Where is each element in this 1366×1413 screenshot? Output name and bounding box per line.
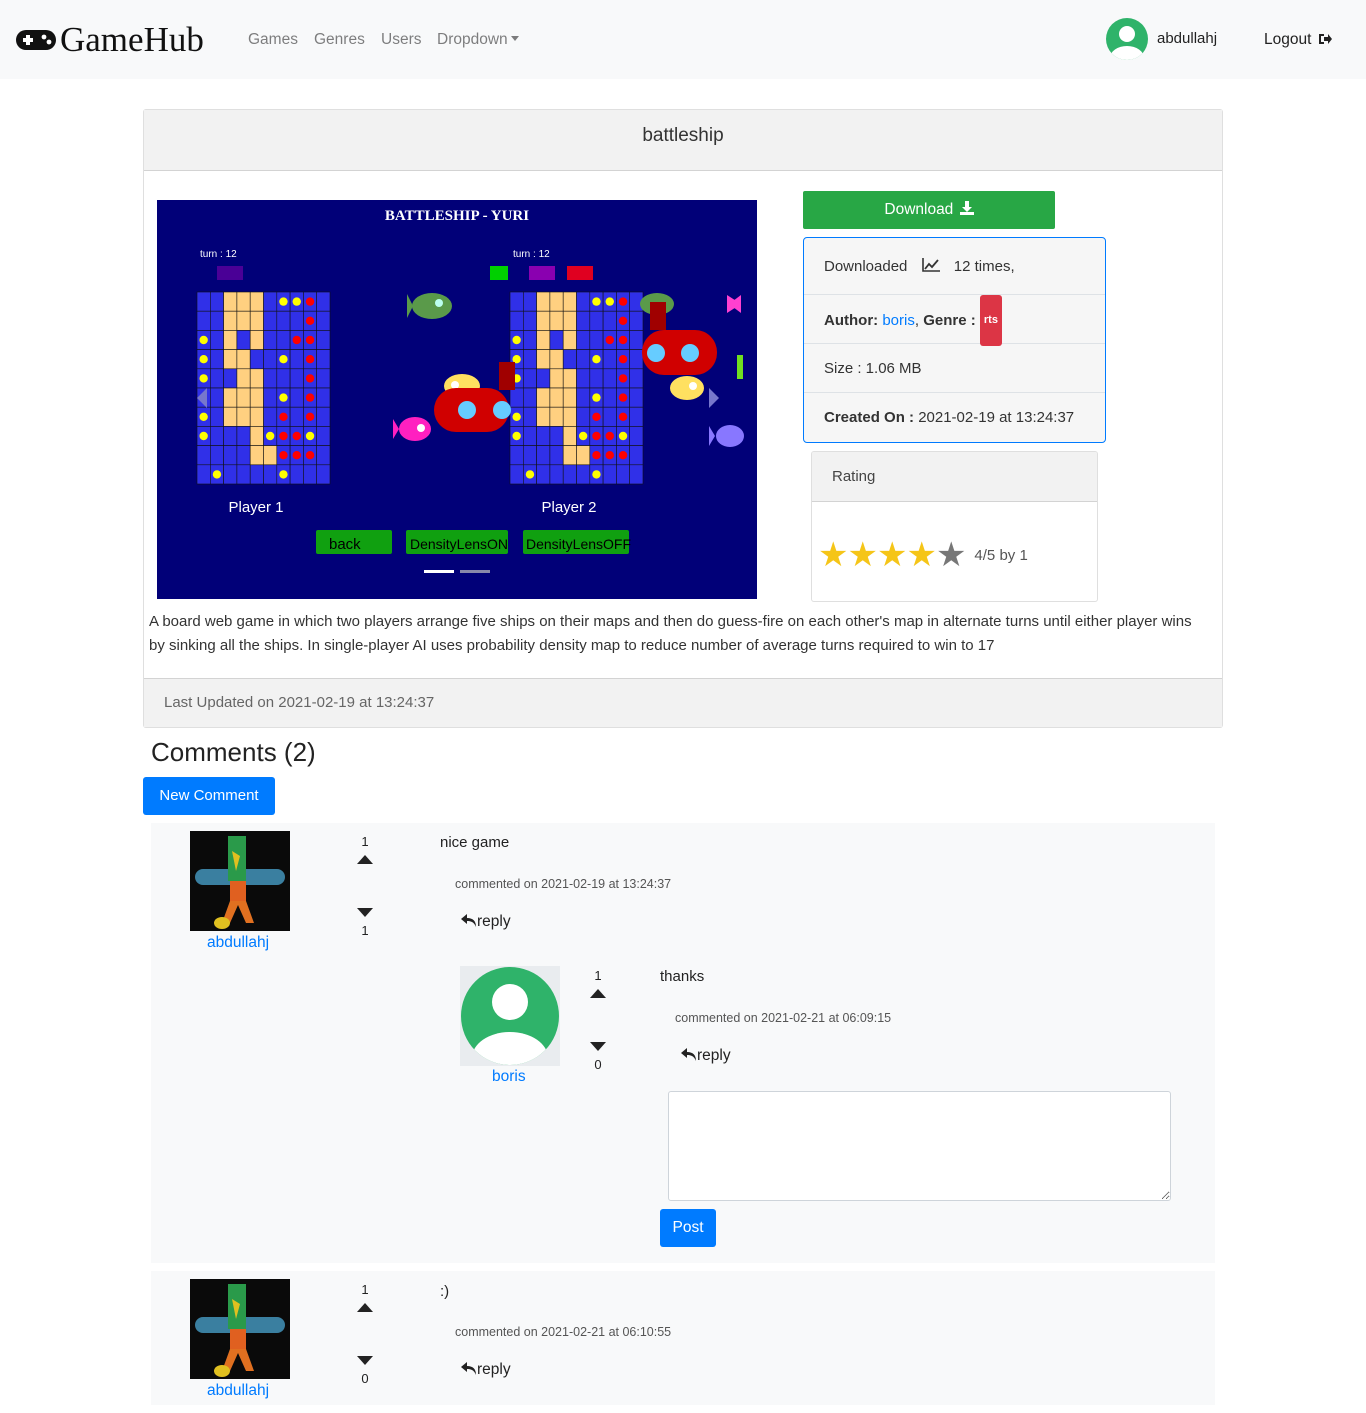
comment-username[interactable]: abdullahj (207, 934, 269, 952)
created-label: Created On : (824, 409, 915, 426)
upvote-count: 1 (361, 834, 369, 849)
comment-meta: commented on 2021-02-19 at 13:24:37 (455, 877, 672, 891)
screenshot-carousel[interactable]: BATTLESHIP - YURI turn : 12 turn : 12 Pl… (157, 200, 757, 599)
download-icon (959, 201, 974, 215)
star-filled-icon[interactable]: ★ (847, 537, 877, 573)
genre-label: Genre : (923, 312, 976, 329)
nav-link-genres[interactable]: Genres (314, 31, 365, 49)
downloads-row: Downloaded 12 times, (804, 238, 1105, 295)
comments-heading: Comments (2) (151, 737, 316, 767)
caret-down-icon (510, 36, 519, 41)
downvote-count: 0 (594, 1057, 602, 1072)
upvote-count: 1 (361, 1282, 369, 1297)
upvote-icon[interactable] (590, 989, 606, 998)
game-description: A board web game in which two players ar… (149, 613, 1192, 654)
nav-link-users[interactable]: Users (381, 31, 421, 49)
carousel-indicator (460, 570, 490, 573)
rating-stars[interactable]: ★ ★ ★ ★ ★ 4/5 by 1 (818, 537, 1028, 573)
game-card: battleship BATTLESHIP - YURI turn : 12 t… (143, 109, 1223, 728)
star-filled-icon[interactable]: ★ (906, 537, 936, 573)
author-link[interactable]: boris (882, 312, 915, 329)
sign-out-icon (1318, 34, 1332, 44)
reply-label: reply (477, 1361, 511, 1378)
nav-username[interactable]: abdullahj (1157, 30, 1217, 47)
nav-link-games[interactable]: Games (248, 31, 298, 49)
game-info-panel: Downloaded 12 times, Author: boris, Genr… (803, 237, 1106, 443)
last-updated: Last Updated on 2021-02-19 at 13:24:37 (144, 678, 1222, 727)
brand-name: GameHub (60, 20, 204, 59)
rating-title: Rating (812, 452, 1097, 502)
comment-box (151, 1271, 1215, 1405)
user-avatar-icon[interactable] (1104, 18, 1150, 62)
upvote-count: 1 (594, 968, 602, 983)
reply-textarea[interactable] (668, 1091, 1171, 1201)
density-on-game-button: DensityLensON (410, 536, 508, 552)
downvote-count: 1 (361, 923, 369, 938)
downvote-icon[interactable] (357, 908, 373, 917)
star-filled-icon[interactable]: ★ (818, 537, 848, 573)
star-filled-icon[interactable]: ★ (877, 537, 907, 573)
new-comment-button[interactable]: New Comment (143, 777, 275, 815)
upvote-icon[interactable] (357, 855, 373, 864)
line-chart-icon (921, 258, 940, 272)
genre-badge[interactable]: rts (979, 295, 1002, 346)
reply-label: reply (697, 1047, 731, 1064)
download-label: Download (884, 201, 954, 218)
download-count: 12 times, (953, 258, 1015, 275)
nav-dropdown[interactable]: Dropdown (437, 31, 519, 49)
reply-icon (681, 1048, 696, 1061)
comment-text: nice game (440, 834, 510, 851)
gamepad-icon (16, 30, 56, 50)
reply-link[interactable]: reply (461, 1361, 511, 1379)
banner-text: BATTLESHIP - YURI (385, 208, 529, 224)
comment-username[interactable]: boris (492, 1068, 526, 1086)
author-genre-row: Author: boris, Genre : rts (804, 295, 1105, 346)
navbar: GameHub Games Genres Users Dropdown abdu… (0, 0, 1366, 79)
turn-right: turn : 12 (513, 249, 550, 260)
comment-text: :) (440, 1283, 450, 1300)
player1-label: Player 1 (228, 499, 283, 516)
player2-board (509, 291, 644, 485)
logout-link[interactable]: Logout (1264, 31, 1332, 49)
star-empty-icon[interactable]: ★ (936, 537, 966, 573)
user-avatar-image[interactable] (190, 831, 290, 931)
back-game-button: back (329, 536, 361, 553)
rating-summary: 4/5 by 1 (974, 546, 1028, 564)
reply-label: reply (477, 913, 511, 930)
reply-link[interactable]: reply (681, 1047, 731, 1065)
downvote-icon[interactable] (590, 1042, 606, 1051)
reply-link[interactable]: reply (461, 913, 511, 931)
game-title: battleship (144, 110, 1222, 171)
downvote-count: 0 (361, 1371, 369, 1386)
upvote-icon[interactable] (357, 1303, 373, 1312)
brand-link[interactable]: GameHub (14, 20, 204, 60)
player1-board (196, 291, 331, 485)
rating-card: Rating ★ ★ ★ ★ ★ 4/5 by 1 (811, 451, 1098, 602)
comment-text: thanks (660, 968, 705, 985)
logout-label: Logout (1264, 31, 1312, 48)
density-off-game-button: DensityLensOFF (526, 536, 631, 552)
reply-icon (461, 1362, 476, 1375)
right-status-blocks (490, 266, 593, 280)
nav-dropdown-label: Dropdown (437, 31, 508, 48)
player2-label: Player 2 (541, 499, 596, 516)
post-button[interactable]: Post (660, 1209, 716, 1247)
downloaded-label: Downloaded (824, 258, 908, 275)
reply-icon (461, 914, 476, 927)
created-row: Created On : 2021-02-19 at 13:24:37 (804, 393, 1105, 442)
author-label: Author: (824, 312, 879, 329)
user-avatar-image[interactable] (190, 1279, 290, 1379)
boris-avatar-icon[interactable] (460, 966, 560, 1066)
download-button[interactable]: Download (803, 191, 1055, 229)
turn-left: turn : 12 (200, 249, 237, 260)
comment-username[interactable]: abdullahj (207, 1382, 269, 1400)
comment-meta: commented on 2021-02-21 at 06:10:55 (455, 1325, 672, 1339)
left-status-blocks (217, 266, 243, 280)
comment-meta: commented on 2021-02-21 at 06:09:15 (675, 1011, 892, 1025)
created-value: 2021-02-19 at 13:24:37 (918, 409, 1075, 426)
downvote-icon[interactable] (357, 1356, 373, 1365)
battleship-screenshot: BATTLESHIP - YURI turn : 12 turn : 12 Pl… (157, 200, 757, 599)
size-row: Size : 1.06 MB (804, 344, 1105, 393)
carousel-indicator-active (424, 570, 454, 573)
